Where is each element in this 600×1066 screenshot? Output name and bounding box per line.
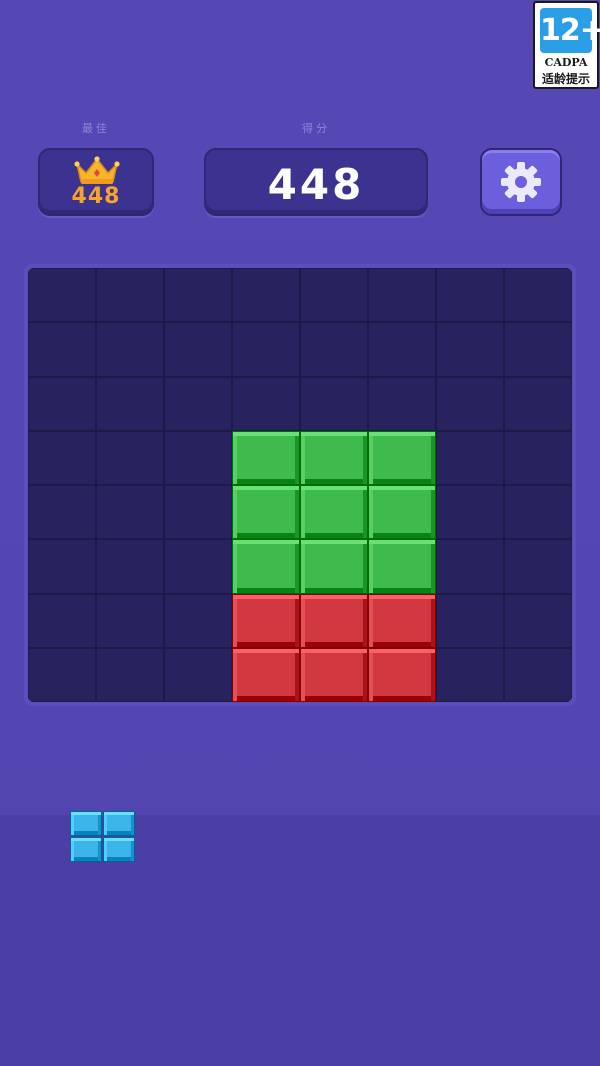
best-score-value: 448 — [71, 184, 121, 209]
board-cell[interactable] — [28, 539, 96, 594]
board-cell[interactable] — [300, 322, 368, 377]
block-green[interactable] — [232, 485, 300, 540]
board-cell[interactable] — [28, 430, 96, 485]
age-rating-hint: 适龄提示 — [541, 72, 590, 86]
board-cell[interactable] — [28, 376, 96, 431]
score-label: 得分 — [302, 122, 330, 135]
board-cell[interactable] — [28, 485, 96, 540]
board-cell[interactable] — [96, 322, 164, 377]
board-cell[interactable] — [504, 593, 572, 648]
board-cell[interactable] — [504, 376, 572, 431]
board-cell[interactable] — [368, 268, 436, 323]
score-panel: 448 — [204, 148, 428, 216]
board-cell[interactable] — [504, 485, 572, 540]
age-rating-number: 12+ — [540, 8, 600, 53]
current-score-value: 448 — [267, 160, 365, 209]
game-screen: 12+ CADPA 适龄提示 最佳 得分 448 448 — [0, 0, 600, 1066]
board-cell[interactable] — [504, 268, 572, 323]
board-cell[interactable] — [504, 322, 572, 377]
block-red[interactable] — [368, 647, 436, 702]
block-green[interactable] — [300, 430, 368, 485]
board-cell[interactable] — [436, 539, 504, 594]
best-score-label: 最佳 — [82, 122, 110, 135]
board-cell[interactable] — [28, 593, 96, 648]
board-cell[interactable] — [504, 430, 572, 485]
board-cell[interactable] — [28, 322, 96, 377]
block-red[interactable] — [300, 593, 368, 648]
tray-piece-block[interactable] — [103, 837, 135, 862]
block-green[interactable] — [368, 539, 436, 594]
age-rating-org: CADPA — [544, 56, 588, 69]
board-cell[interactable] — [164, 322, 232, 377]
game-board — [24, 264, 576, 706]
settings-button[interactable] — [480, 148, 562, 216]
board-cell[interactable] — [436, 593, 504, 648]
board-cell[interactable] — [96, 430, 164, 485]
tray-piece-block[interactable] — [70, 837, 102, 862]
block-red[interactable] — [368, 593, 436, 648]
board-cell[interactable] — [164, 647, 232, 702]
board-cell[interactable] — [504, 647, 572, 702]
tray-piece-block[interactable] — [103, 811, 135, 836]
gear-icon — [501, 162, 541, 202]
board-cell[interactable] — [232, 322, 300, 377]
board-cell[interactable] — [28, 268, 96, 323]
block-green[interactable] — [300, 539, 368, 594]
board-cell[interactable] — [164, 539, 232, 594]
block-green[interactable] — [232, 430, 300, 485]
block-red[interactable] — [232, 593, 300, 648]
board-cell[interactable] — [96, 268, 164, 323]
crown-icon — [74, 156, 120, 184]
board-cell[interactable] — [28, 647, 96, 702]
tray-piece-block[interactable] — [70, 811, 102, 836]
age-rating-badge: 12+ CADPA 适龄提示 — [533, 1, 600, 89]
board-cell[interactable] — [436, 376, 504, 431]
board-cell[interactable] — [96, 593, 164, 648]
board-cell[interactable] — [164, 485, 232, 540]
board-cell[interactable] — [368, 322, 436, 377]
board-cell[interactable] — [436, 430, 504, 485]
board-cell[interactable] — [164, 593, 232, 648]
board-cell[interactable] — [300, 268, 368, 323]
block-green[interactable] — [368, 430, 436, 485]
board-cell[interactable] — [436, 647, 504, 702]
best-score-panel: 448 — [38, 148, 154, 216]
block-green[interactable] — [300, 485, 368, 540]
board-cell[interactable] — [164, 376, 232, 431]
board-cell[interactable] — [96, 647, 164, 702]
block-red[interactable] — [232, 647, 300, 702]
board-cell[interactable] — [436, 485, 504, 540]
board-cell[interactable] — [368, 376, 436, 431]
board-cell[interactable] — [300, 376, 368, 431]
board-cell[interactable] — [96, 376, 164, 431]
board-cell[interactable] — [232, 376, 300, 431]
board-cell[interactable] — [164, 430, 232, 485]
board-cell[interactable] — [96, 539, 164, 594]
board-cell[interactable] — [504, 539, 572, 594]
block-green[interactable] — [368, 485, 436, 540]
board-cell[interactable] — [164, 268, 232, 323]
board-cell[interactable] — [436, 268, 504, 323]
block-green[interactable] — [232, 539, 300, 594]
board-cell[interactable] — [436, 322, 504, 377]
block-red[interactable] — [300, 647, 368, 702]
piece-tray-slot[interactable] — [70, 811, 136, 863]
board-cell[interactable] — [232, 268, 300, 323]
board-grid[interactable] — [28, 268, 572, 702]
board-cell[interactable] — [96, 485, 164, 540]
